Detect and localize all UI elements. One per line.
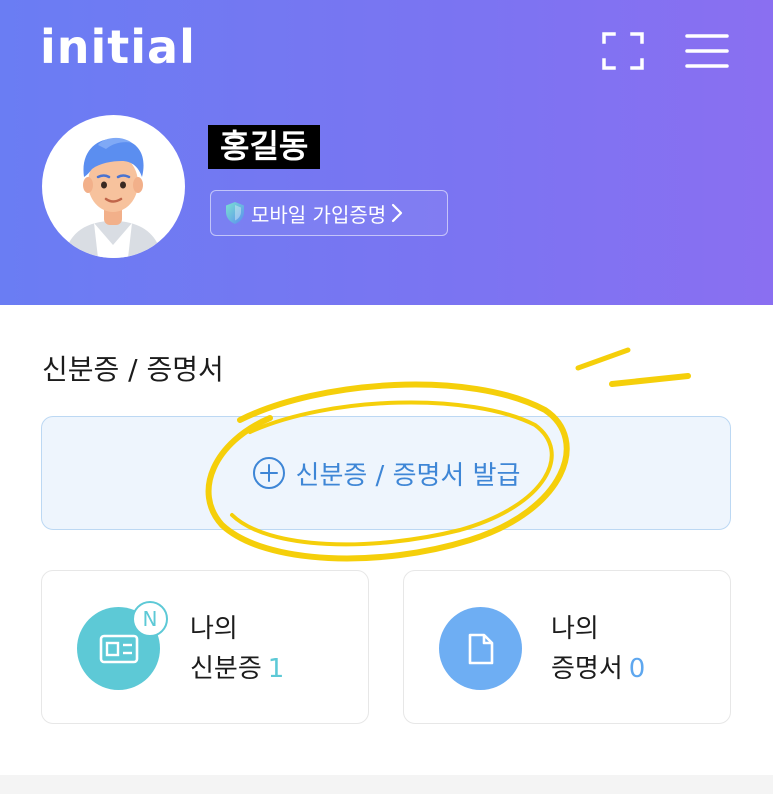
menu-button[interactable] [685,32,729,70]
issue-button-label: 신분증 / 증명서 발급 [295,460,521,491]
chevron-right-icon [390,202,404,224]
new-badge: N [132,601,168,637]
header: initial 홍길동 모바일 가입증명 [0,0,773,305]
my-id-line2-row: 신분증 1 [190,649,284,689]
mobile-cert-label: 모바일 가입증명 [251,202,387,227]
my-cert-line2: 증명서 [551,654,623,684]
bottom-divider [0,775,773,794]
document-icon [468,633,493,664]
user-avatar-illustration [64,137,162,258]
mobile-cert-button[interactable]: 모바일 가입증명 [210,190,448,236]
issue-id-cert-button[interactable]: 신분증 / 증명서 발급 [41,416,731,530]
id-card-icon [99,634,138,663]
section-title: 신분증 / 증명서 [42,353,224,386]
my-cert-card[interactable]: 나의 증명서 0 [403,570,731,724]
my-id-line2: 신분증 [190,654,262,684]
cert-icon-circle [439,607,522,690]
hamburger-menu-icon [685,34,729,68]
my-cert-count: 0 [628,654,646,684]
my-cert-line2-row: 증명서 0 [551,649,645,689]
shield-icon [225,201,245,225]
my-id-card[interactable]: N 나의 신분증 1 [41,570,369,724]
user-name: 홍길동 [208,125,321,169]
my-cert-text: 나의 증명서 0 [551,609,645,689]
my-cert-line1: 나의 [551,614,599,644]
scan-button[interactable] [600,30,646,72]
my-id-text: 나의 신분증 1 [190,609,284,689]
my-id-count: 1 [267,654,285,684]
plus-circle-icon [252,456,286,490]
scan-frame-icon [602,32,644,70]
my-id-line1: 나의 [190,614,238,644]
app-logo: initial [40,20,196,74]
avatar[interactable] [42,115,185,258]
